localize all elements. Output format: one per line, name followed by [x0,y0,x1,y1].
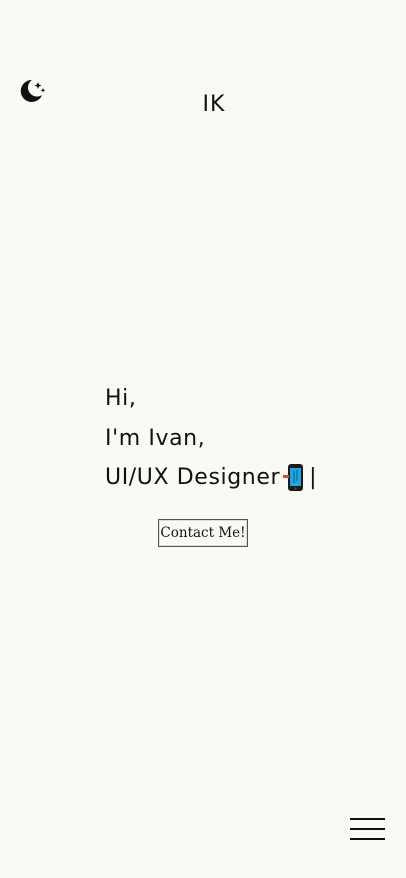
hero-intro: I'm Ivan, [105,425,206,451]
hero-role-line: UI/UX Designer | [105,458,317,498]
contact-me-button[interactable]: Contact Me! [158,519,248,547]
hero-greeting: Hi, [105,386,137,411]
portfolio-page: IK Hi, I'm Ivan, UI/UX Designer | Contac… [0,0,406,878]
hero-section: Hi, I'm Ivan, UI/UX Designer | [105,379,317,498]
mobile-phone-icon [282,463,306,493]
typing-cursor: | [309,465,318,490]
hamburger-menu-icon[interactable] [350,817,386,843]
hero-role: UI/UX Designer [105,465,281,490]
site-logo[interactable]: IK [0,92,406,117]
